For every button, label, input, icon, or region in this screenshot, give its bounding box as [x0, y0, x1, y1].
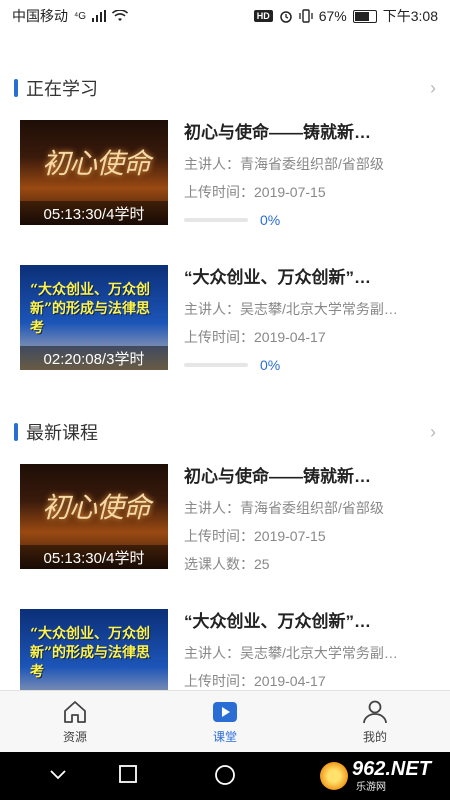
section-latest: 最新课程 › 初心使命 05:13:30/4学时 初心与使命——铸就新… 主讲人…: [0, 412, 450, 690]
back-chevron-icon[interactable]: [48, 764, 68, 784]
duration-label: 05:13:30/4学时: [20, 545, 168, 569]
section-accent-bar: [14, 79, 18, 97]
progress-percent: 0%: [260, 357, 281, 373]
course-info: “大众创业、万众创新”… 主讲人：吴志攀/北京大学常务副… 上传时间：2019-…: [184, 609, 436, 690]
hd-badge: HD: [253, 10, 273, 22]
progress-bar: [184, 218, 248, 222]
wifi-icon: [112, 10, 129, 21]
home-icon: [64, 701, 86, 723]
vibrate-icon: [299, 9, 313, 23]
tab-classroom[interactable]: 课堂: [150, 691, 300, 753]
course-card[interactable]: 初心使命 05:13:30/4学时 初心与使命——铸就新… 主讲人：青海省委组织…: [0, 464, 450, 609]
section-title: 最新课程: [26, 423, 98, 443]
course-thumbnail[interactable]: 初心使命 05:13:30/4学时: [20, 464, 168, 569]
system-nav-bar: 962.NET 乐游网: [0, 752, 450, 800]
clock-time: 下午3:08: [382, 8, 438, 24]
thumbnail-title-art: “大众创业、万众创新”的形成与法律思考: [30, 626, 151, 680]
main-content: 正在学习 › 初心使命 05:13:30/4学时 初心与使命——铸就新… 主讲人…: [0, 32, 450, 690]
watermark-sub: 乐游网: [356, 781, 386, 793]
course-speaker: 主讲人：青海省委组织部/省部级: [184, 500, 384, 516]
thumbnail-calligraphy: 初心使命: [42, 147, 151, 180]
battery-percent: 67%: [318, 8, 347, 24]
carrier-label: 中国移动: [12, 8, 68, 24]
section-title: 正在学习: [26, 79, 98, 99]
user-icon: [363, 700, 387, 724]
course-thumbnail[interactable]: 初心使命 05:13:30/4学时: [20, 120, 168, 225]
section-header[interactable]: 最新课程 ›: [0, 412, 450, 452]
battery-icon: [352, 9, 377, 23]
course-info: 初心与使命——铸就新… 主讲人：青海省委组织部/省部级 上传时间：2019-07…: [184, 120, 436, 228]
tab-mine[interactable]: 我的: [300, 691, 450, 753]
duration-label: 02:20:08/3学时: [20, 346, 168, 370]
play-icon: [213, 702, 237, 722]
course-card[interactable]: 初心使命 05:13:30/4学时 初心与使命——铸就新… 主讲人：青海省委组织…: [0, 120, 450, 265]
duration-label: 05:13:30/4学时: [20, 201, 168, 225]
course-card[interactable]: “大众创业、万众创新”的形成与法律思考 “大众创业、万众创新”… 主讲人：吴志攀…: [0, 609, 450, 690]
course-upload-date: 上传时间：2019-07-15: [184, 184, 326, 200]
course-card[interactable]: “大众创业、万众创新”的形成与法律思考 02:20:08/3学时 “大众创业、万…: [0, 265, 450, 410]
course-title[interactable]: “大众创业、万众创新”…: [184, 265, 436, 291]
thumbnail-calligraphy: 初心使命: [42, 491, 151, 524]
course-info: “大众创业、万众创新”… 主讲人：吴志攀/北京大学常务副… 上传时间：2019-…: [184, 265, 436, 373]
progress-bar: [184, 363, 248, 367]
thumbnail-title-art: “大众创业、万众创新”的形成与法律思考: [30, 282, 151, 336]
status-bar: 中国移动 ⁴G HD 67% 下午3:08: [0, 0, 450, 32]
signal-icon: [92, 10, 107, 22]
course-upload-date: 上传时间：2019-04-17: [184, 673, 326, 689]
progress-percent: 0%: [260, 212, 281, 228]
course-thumbnail[interactable]: “大众创业、万众创新”的形成与法律思考: [20, 609, 168, 690]
course-speaker: 主讲人：青海省委组织部/省部级: [184, 156, 384, 172]
course-title[interactable]: 初心与使命——铸就新…: [184, 464, 436, 490]
section-studying: 正在学习 › 初心使命 05:13:30/4学时 初心与使命——铸就新… 主讲人…: [0, 68, 450, 410]
tab-resources[interactable]: 资源: [0, 691, 150, 753]
progress-row: 0%: [184, 212, 436, 228]
course-upload-date: 上传时间：2019-04-17: [184, 329, 326, 345]
tab-label: 我的: [362, 730, 387, 744]
alarm-icon: [279, 11, 292, 23]
watermark-brand: 962.NET: [352, 757, 431, 780]
home-circle-icon[interactable]: [214, 764, 236, 786]
course-title[interactable]: “大众创业、万众创新”…: [184, 609, 436, 635]
tab-label: 资源: [62, 730, 87, 744]
section-header[interactable]: 正在学习 ›: [0, 68, 450, 108]
bottom-tab-bar: 资源 课堂 我的: [0, 690, 450, 753]
course-info: 初心与使命——铸就新… 主讲人：青海省委组织部/省部级 上传时间：2019-07…: [184, 464, 436, 574]
progress-row: 0%: [184, 357, 436, 373]
chevron-right-icon[interactable]: ›: [430, 422, 436, 443]
course-thumbnail[interactable]: “大众创业、万众创新”的形成与法律思考 02:20:08/3学时: [20, 265, 168, 370]
network-indicator: ⁴G: [74, 10, 87, 22]
course-speaker: 主讲人：吴志攀/北京大学常务副…: [184, 301, 398, 317]
course-enrolled-count: 选课人数：25: [184, 556, 270, 572]
course-speaker: 主讲人：吴志攀/北京大学常务副…: [184, 645, 398, 661]
section-accent-bar: [14, 423, 18, 441]
chevron-right-icon[interactable]: ›: [430, 78, 436, 99]
watermark-logo: 962.NET 乐游网: [320, 758, 446, 794]
watermark-ring-icon: [320, 762, 348, 790]
course-upload-date: 上传时间：2019-07-15: [184, 528, 326, 544]
course-title[interactable]: 初心与使命——铸就新…: [184, 120, 436, 146]
tab-label: 课堂: [212, 730, 237, 744]
recents-square-icon[interactable]: [118, 764, 138, 784]
